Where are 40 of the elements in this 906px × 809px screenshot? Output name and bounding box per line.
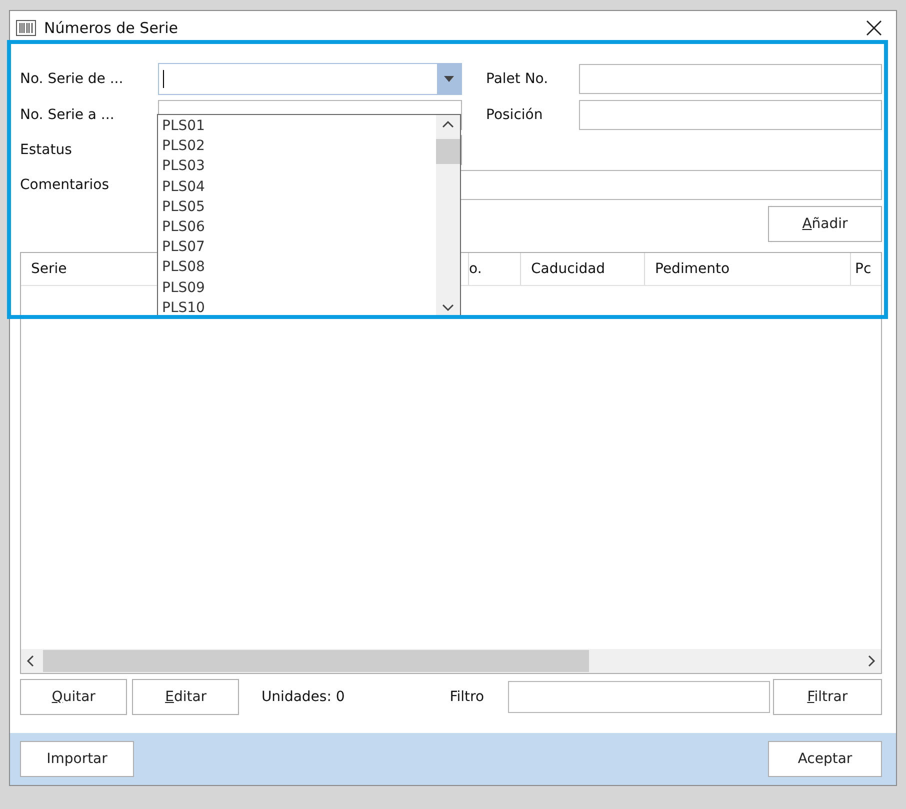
position-field[interactable] xyxy=(579,100,882,130)
barcode-icon xyxy=(16,20,36,36)
field-label: Estatus xyxy=(20,142,73,158)
dropdown-option[interactable]: PLS10 xyxy=(162,298,436,318)
column-header[interactable]: o. xyxy=(469,253,521,285)
field-label: Comentarios xyxy=(20,177,110,193)
scrollbar-thumb[interactable] xyxy=(436,139,460,164)
dropdown-arrow-icon xyxy=(444,76,454,82)
field-label: Palet No. xyxy=(486,71,550,87)
column-header[interactable]: Pc xyxy=(851,253,881,285)
window-title: Números de Serie xyxy=(44,19,179,37)
dropdown-option[interactable]: PLS07 xyxy=(162,237,436,258)
column-header[interactable]: Pedimento xyxy=(645,253,851,285)
field-label: Posición xyxy=(486,107,544,123)
filter-label: Filtro xyxy=(450,689,486,705)
add-button[interactable]: Añadir xyxy=(768,206,882,242)
pallet-field[interactable] xyxy=(579,64,882,94)
field-label: No. Serie de ... xyxy=(20,71,124,87)
units-count: Unidades: 0 xyxy=(261,689,346,705)
footer-button[interactable]: Importar xyxy=(20,741,134,777)
dropdown-option[interactable]: PLS03 xyxy=(162,156,436,177)
scrollbar-thumb[interactable] xyxy=(43,650,589,672)
dropdown-option[interactable]: PLS01 xyxy=(162,116,436,136)
dropdown-option[interactable]: PLS04 xyxy=(162,176,436,197)
dropdown-option[interactable]: PLS08 xyxy=(162,257,436,278)
dropdown-option[interactable]: PLS02 xyxy=(162,136,436,156)
filter-field[interactable] xyxy=(508,681,770,713)
dropdown-option[interactable]: PLS09 xyxy=(162,278,436,298)
serie-from-combobox[interactable] xyxy=(158,63,462,95)
action-button[interactable]: Quitar xyxy=(20,679,128,715)
filter-button[interactable]: Filtrar xyxy=(772,679,882,715)
dropdown-option[interactable]: PLS05 xyxy=(162,196,436,217)
dropdown-option[interactable]: PLS06 xyxy=(162,216,436,238)
horizontal-scrollbar[interactable] xyxy=(21,649,881,673)
field-label: No. Serie a ... xyxy=(20,107,116,123)
column-header[interactable]: Caducidad xyxy=(521,253,645,285)
vertical-scrollbar[interactable] xyxy=(436,115,460,317)
action-button[interactable]: Editar xyxy=(132,679,240,715)
close-icon[interactable] xyxy=(864,18,884,38)
footer-button[interactable]: Aceptar xyxy=(768,741,882,777)
